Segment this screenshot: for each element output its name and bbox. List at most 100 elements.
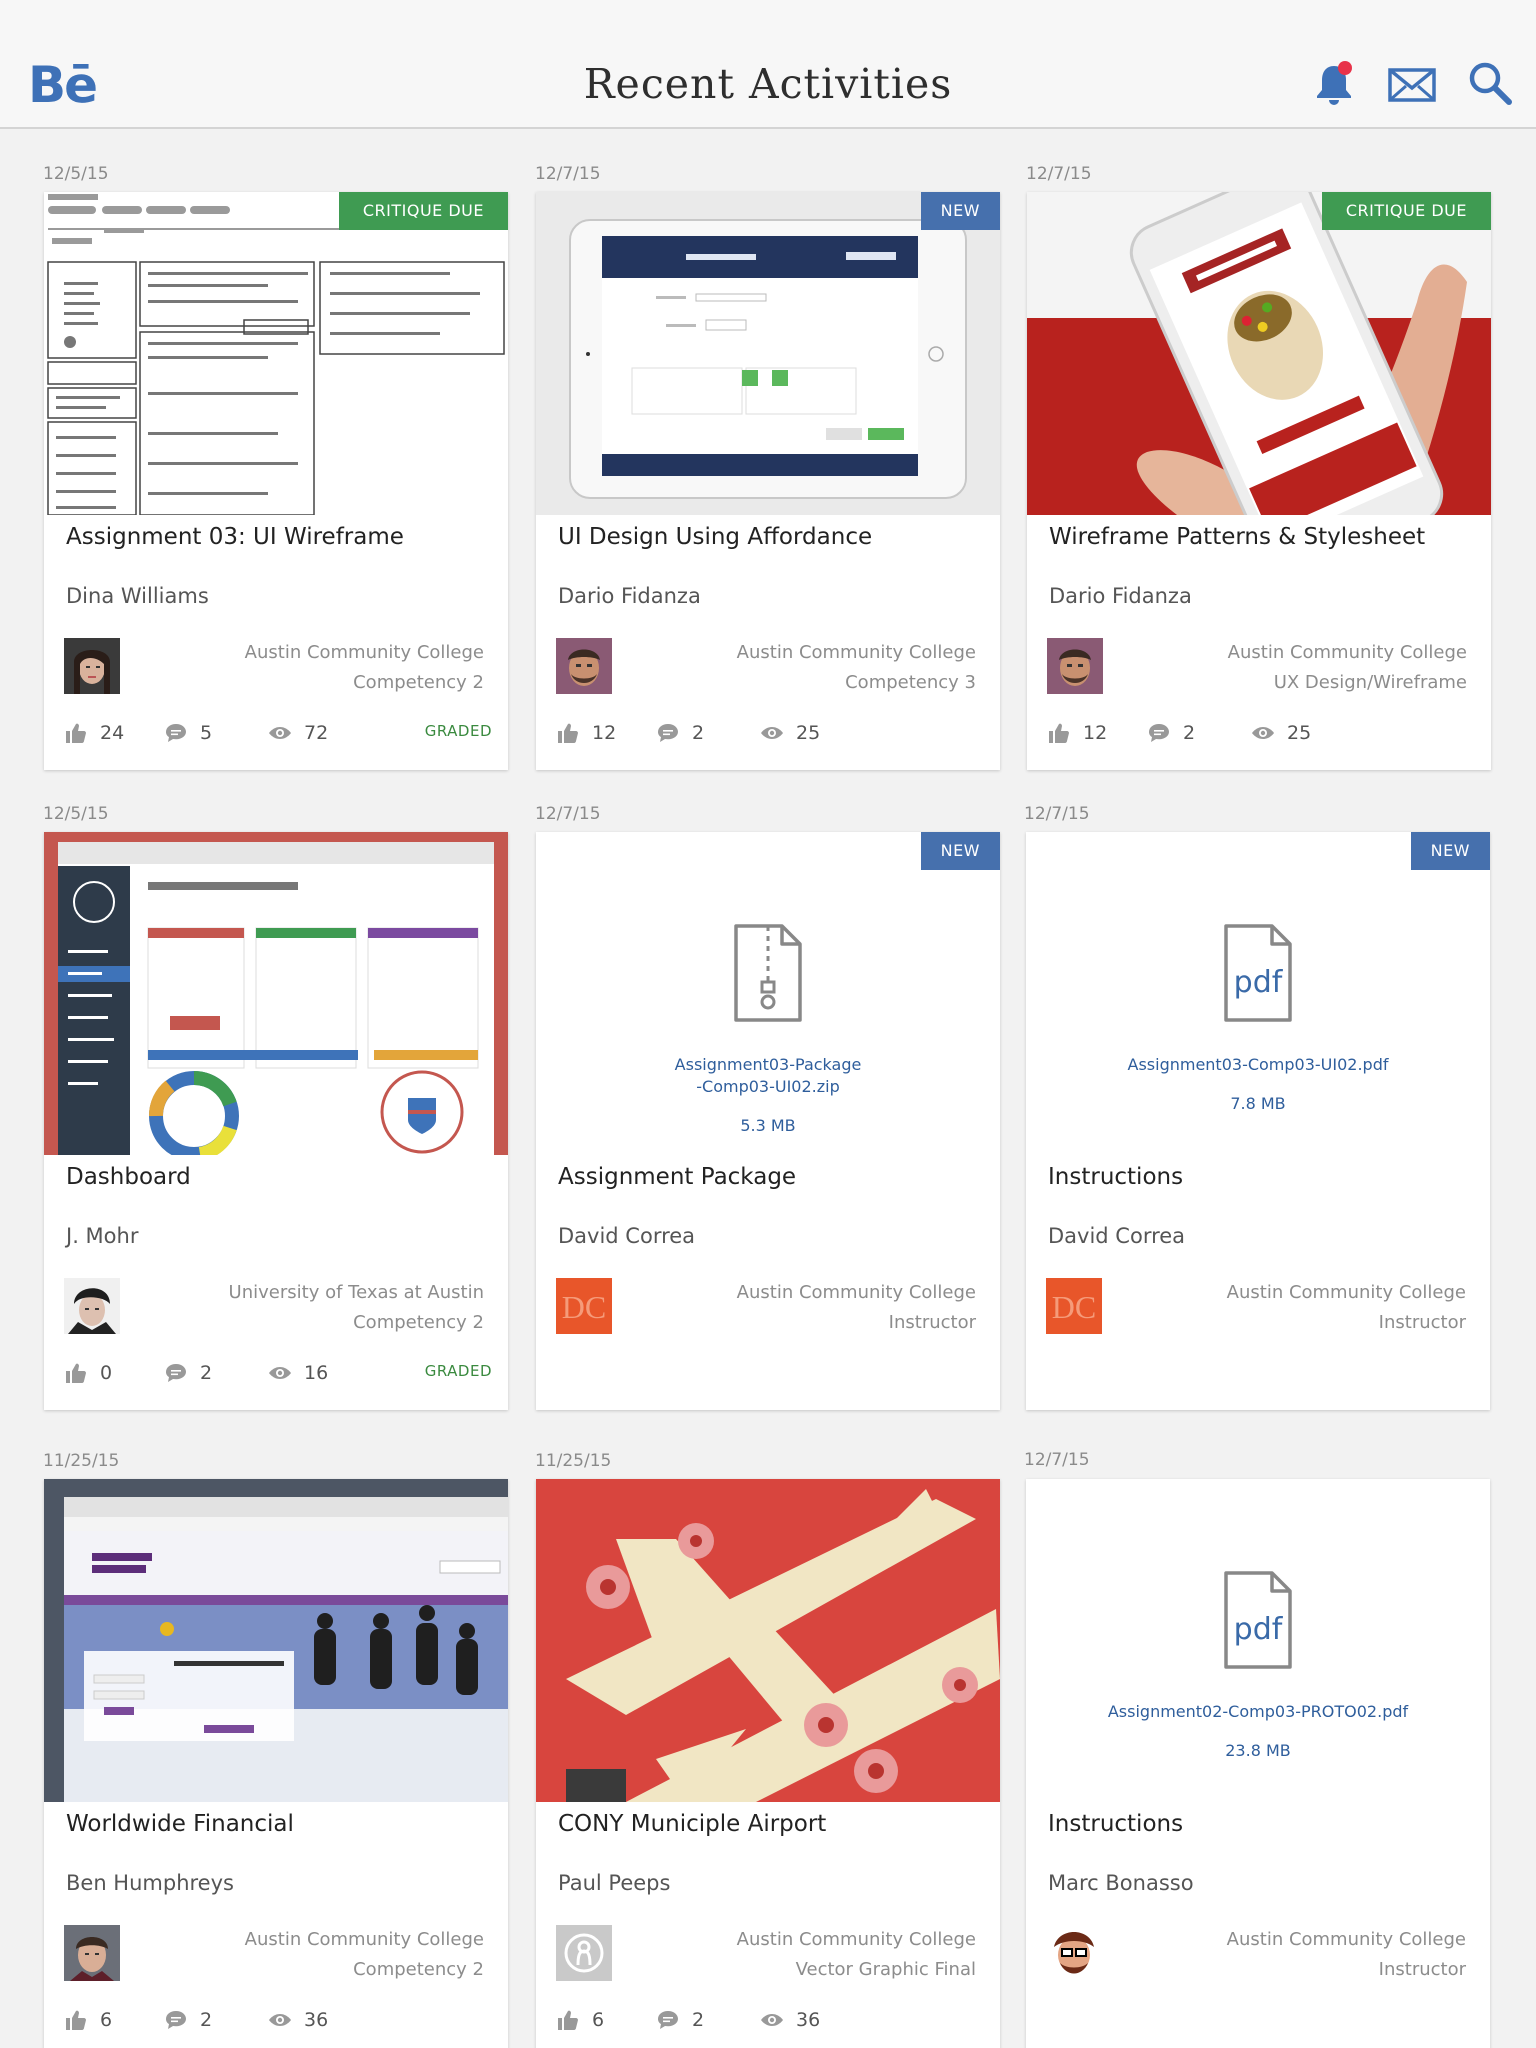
avatar[interactable] [1047,638,1103,694]
thumbs-up-icon [558,723,578,743]
card-title[interactable]: Dashboard [66,1164,191,1190]
activity-card[interactable]: Assignment03-Package -Comp03-UI02.zip 5.… [536,832,1000,1410]
like-stat[interactable]: 24 [64,718,124,748]
comment-stat[interactable]: 2 [164,2005,212,2035]
card-author[interactable]: David Correa [558,1224,695,1248]
card-stats: 6 2 36 [64,2005,494,2035]
comment-stat[interactable]: 2 [1147,718,1195,748]
activity-card[interactable]: Worldwide Financial Ben Humphreys Austin… [44,1479,508,2048]
card-stats: 12 2 25 [1047,718,1477,748]
phone-app-thumbnail[interactable] [1027,192,1491,515]
comment-icon [658,2011,678,2029]
view-stat: 16 [268,1358,328,1388]
bell-icon[interactable] [1308,58,1360,110]
card-title[interactable]: Instructions [1048,1811,1183,1837]
avatar[interactable]: DC [556,1278,612,1334]
activity-card[interactable]: CRITIQUE DUE Assignment 03: UI Wireframe… [44,192,508,770]
like-stat[interactable]: 6 [64,2005,112,2035]
comment-icon [1149,724,1169,742]
file-name-line-2: -Comp03-UI02.zip [696,1077,840,1096]
graded-status: GRADED [424,722,492,740]
file-attachment[interactable]: Assignment03-Package -Comp03-UI02.zip 5.… [536,832,1000,1155]
comment-stat[interactable]: 2 [164,1358,212,1388]
comment-stat[interactable]: 2 [656,718,704,748]
like-stat[interactable]: 0 [64,1358,112,1388]
eye-icon [269,1367,291,1379]
school-name: Austin Community College [244,642,484,663]
card-date: 12/7/15 [535,164,601,184]
file-attachment[interactable]: pdf Assignment03-Comp03-UI02.pdf 7.8 MB [1026,832,1490,1155]
website-thumbnail[interactable] [44,1479,508,1802]
critique-due-badge: CRITIQUE DUE [338,192,508,230]
card-meta: Austin Community College Instructor [1227,1925,1466,1985]
mail-icon[interactable] [1386,58,1438,110]
activity-card[interactable]: NEW UI Design Using Affordance Dario Fid… [536,192,1000,770]
card-title[interactable]: UI Design Using Affordance [558,524,872,550]
avatar[interactable]: DC [1046,1278,1102,1334]
eye-icon [269,2014,291,2026]
course-name: Vector Graphic Final [795,1959,976,1980]
comment-icon [166,2011,186,2029]
card-author[interactable]: Dario Fidanza [1049,584,1192,608]
file-name[interactable]: Assignment02-Comp03-PROTO02.pdf [1026,1701,1490,1723]
card-title[interactable]: Assignment 03: UI Wireframe [66,524,404,550]
course-name: Competency 2 [353,672,484,693]
card-title[interactable]: Wireframe Patterns & Stylesheet [1049,524,1425,550]
view-count: 25 [796,722,821,744]
new-badge: NEW [920,192,1000,230]
card-title[interactable]: CONY Municiple Airport [558,1811,826,1837]
comment-stat[interactable]: 5 [164,718,212,748]
avatar[interactable] [556,638,612,694]
activity-card[interactable]: pdf Assignment02-Comp03-PROTO02.pdf 23.8… [1026,1479,1490,2048]
file-name[interactable]: Assignment03-Comp03-UI02.pdf [1026,1054,1490,1076]
activity-card[interactable]: CONY Municiple Airport Paul Peeps Austin… [536,1479,1000,2048]
like-stat[interactable]: 12 [1047,718,1107,748]
card-author[interactable]: Marc Bonasso [1048,1871,1194,1895]
card-stats: 12 2 25 [556,718,986,748]
card-title[interactable]: Assignment Package [558,1164,796,1190]
file-size: 23.8 MB [1225,1741,1291,1760]
card-meta: Austin Community College Competency 3 [737,638,976,698]
card-title[interactable]: Instructions [1048,1164,1183,1190]
search-icon[interactable] [1464,58,1516,110]
pdf-label: pdf [1234,1612,1284,1647]
like-count: 6 [592,2009,605,2031]
airport-poster-thumbnail[interactable] [536,1479,1000,1802]
card-stats: 24 5 72 GRADED [64,718,494,748]
like-count: 12 [592,722,617,744]
card-author[interactable]: Dario Fidanza [558,584,701,608]
avatar[interactable] [64,638,120,694]
new-badge: NEW [1410,832,1490,870]
svg-text:DC: DC [1052,1289,1096,1325]
comment-count: 2 [200,1362,213,1384]
card-author[interactable]: Ben Humphreys [66,1871,234,1895]
comment-stat[interactable]: 2 [656,2005,704,2035]
activity-card[interactable]: Dashboard J. Mohr University of Texas at… [44,832,508,1410]
app-header: Bē Recent Activities [0,0,1536,129]
card-author[interactable]: J. Mohr [66,1224,138,1248]
view-count: 36 [796,2009,821,2031]
card-meta: Austin Community College Instructor [1227,1278,1466,1338]
avatar[interactable] [556,1925,612,1981]
card-author[interactable]: David Correa [1048,1224,1185,1248]
activity-card[interactable]: pdf Assignment03-Comp03-UI02.pdf 7.8 MB … [1026,832,1490,1410]
dashboard-thumbnail[interactable] [44,832,508,1155]
avatar[interactable] [1046,1925,1102,1981]
avatar[interactable] [64,1278,120,1334]
card-author[interactable]: Dina Williams [66,584,209,608]
view-stat: 36 [760,2005,820,2035]
card-title[interactable]: Worldwide Financial [66,1811,294,1837]
activity-card[interactable]: CRITIQUE DUE Wireframe Patterns & Styles… [1027,192,1491,770]
school-name: Austin Community College [736,1282,976,1303]
card-author[interactable]: Paul Peeps [558,1871,670,1895]
wireframe-thumbnail[interactable] [44,192,508,515]
card-date: 12/7/15 [535,804,601,824]
file-attachment[interactable]: pdf Assignment02-Comp03-PROTO02.pdf 23.8… [1026,1479,1490,1802]
file-name[interactable]: Assignment03-Package -Comp03-UI02.zip [536,1054,1000,1098]
comment-icon [166,1364,186,1382]
avatar[interactable] [64,1925,120,1981]
view-stat: 25 [760,718,820,748]
like-stat[interactable]: 12 [556,718,616,748]
like-stat[interactable]: 6 [556,2005,604,2035]
ipad-mockup-thumbnail[interactable] [536,192,1000,515]
